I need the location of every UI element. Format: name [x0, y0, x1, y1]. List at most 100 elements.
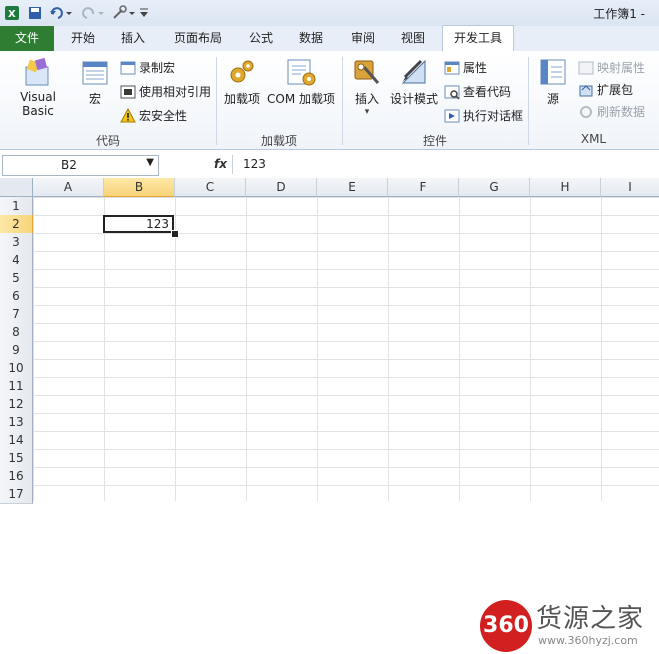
view-code-label: 查看代码: [463, 85, 512, 99]
column-header-c[interactable]: C: [175, 178, 246, 197]
expansion-packs-icon: [578, 82, 594, 98]
row-header-4[interactable]: 4: [0, 251, 33, 270]
warning-icon: [120, 107, 136, 124]
svg-text:X: X: [8, 9, 16, 20]
column-header-e[interactable]: E: [317, 178, 388, 197]
worksheet-grid[interactable]: ABCDEFGHI 1 2 3 4 5 6 7 8 9 10 11 12 13 14 15 16 17 123 …: [0, 178, 659, 652]
row-header-1[interactable]: 1: [0, 197, 33, 216]
design-mode-button[interactable]: 设计模式: [388, 57, 440, 107]
tab-data[interactable]: 数据: [288, 26, 334, 51]
row-header-6[interactable]: 6: [0, 287, 33, 306]
com-addins-button[interactable]: COM 加载项: [264, 57, 338, 107]
relative-reference-icon: [120, 84, 136, 100]
run-dialog-icon: [444, 108, 460, 124]
active-cell-b2[interactable]: 123: [103, 215, 174, 233]
row-header-2[interactable]: 2: [0, 215, 34, 234]
refresh-data-button[interactable]: 刷新数据: [578, 103, 645, 120]
tab-home[interactable]: 开始: [60, 26, 106, 51]
insert-control-icon: [348, 57, 386, 90]
group-label-addins: 加载项: [260, 134, 297, 148]
addins-gear-icon: [222, 57, 262, 90]
xml-source-icon: [534, 57, 572, 90]
redo-icon[interactable]: [80, 4, 106, 22]
macros-label: 宏: [88, 92, 101, 106]
formula-input[interactable]: 123: [232, 155, 658, 174]
com-addins-label: COM 加载项: [267, 92, 335, 106]
properties-button[interactable]: 属性: [444, 59, 487, 76]
column-header-b[interactable]: B: [104, 178, 175, 198]
column-header-a[interactable]: A: [33, 178, 104, 197]
insert-function-icon[interactable]: fx: [214, 157, 227, 171]
row-header-11[interactable]: 11: [0, 377, 33, 396]
record-macro-icon: [120, 60, 136, 76]
row-header-10[interactable]: 10: [0, 359, 33, 378]
design-mode-icon: [388, 57, 440, 90]
tab-view[interactable]: 视图: [390, 26, 436, 51]
fill-handle[interactable]: [171, 230, 179, 238]
map-properties-icon: [578, 60, 594, 76]
row-header-13[interactable]: 13: [0, 413, 33, 432]
tab-developer[interactable]: 开发工具: [442, 25, 514, 52]
undo-icon[interactable]: [48, 4, 74, 22]
view-code-icon: [444, 84, 460, 100]
row-header-7[interactable]: 7: [0, 305, 33, 324]
tools-icon[interactable]: [110, 4, 136, 22]
save-icon[interactable]: [26, 4, 44, 22]
addins-button[interactable]: 加载项: [222, 57, 262, 107]
chevron-down-icon[interactable]: ▼: [146, 157, 154, 168]
map-properties-button[interactable]: 映射属性: [578, 59, 645, 76]
visual-basic-button[interactable]: Visual Basic: [4, 57, 72, 118]
column-header-f[interactable]: F: [388, 178, 459, 197]
expansion-packs-button[interactable]: 扩展包: [578, 81, 633, 98]
name-box[interactable]: B2 ▼: [2, 155, 159, 176]
row-header-8[interactable]: 8: [0, 323, 33, 342]
group-label-xml: XML: [580, 132, 607, 146]
name-box-value: B2: [61, 158, 77, 172]
tab-review[interactable]: 审阅: [340, 26, 386, 51]
tab-file[interactable]: 文件: [0, 26, 54, 51]
run-dialog-button[interactable]: 执行对话框: [444, 107, 523, 124]
xml-source-label: 源: [546, 92, 559, 106]
addins-label: 加载项: [223, 92, 260, 106]
row-header-16[interactable]: 16: [0, 467, 33, 486]
watermark-name: 货源之家: [536, 604, 645, 634]
macro-security-button[interactable]: 宏安全性: [120, 107, 187, 124]
view-code-button[interactable]: 查看代码: [444, 83, 511, 100]
macros-button[interactable]: 宏: [78, 57, 112, 107]
column-header-h[interactable]: H: [530, 178, 601, 197]
com-addins-icon: [264, 57, 338, 90]
record-macro-button[interactable]: 录制宏: [120, 59, 175, 76]
xml-source-button[interactable]: 源: [534, 57, 572, 107]
row-header-5[interactable]: 5: [0, 269, 33, 288]
insert-control-button[interactable]: 插入 ▾: [348, 57, 386, 117]
row-header-12[interactable]: 12: [0, 395, 33, 414]
row-header-15[interactable]: 15: [0, 449, 33, 468]
tab-page-layout[interactable]: 页面布局: [162, 26, 234, 51]
excel-app-icon[interactable]: X: [3, 4, 21, 22]
tab-insert[interactable]: 插入: [110, 26, 156, 51]
design-mode-label: 设计模式: [389, 92, 438, 106]
select-all-corner[interactable]: [0, 178, 33, 197]
map-properties-label: 映射属性: [597, 61, 646, 75]
macro-security-label: 宏安全性: [139, 109, 188, 123]
customize-toolbar-icon[interactable]: [138, 4, 150, 22]
watermark: 360 货源之家 www.360hyzj.com: [470, 594, 659, 654]
row-header-3[interactable]: 3: [0, 233, 33, 252]
row-header-9[interactable]: 9: [0, 341, 33, 360]
refresh-data-label: 刷新数据: [597, 105, 646, 119]
window-title: 工作簿1 -: [593, 7, 645, 21]
column-header-g[interactable]: G: [459, 178, 530, 197]
column-header-i[interactable]: I: [601, 178, 659, 197]
expansion-packs-label: 扩展包: [597, 83, 634, 97]
visual-basic-icon: [4, 57, 72, 90]
cell-grid[interactable]: [33, 197, 659, 501]
relative-reference-label: 使用相对引用: [139, 85, 212, 99]
tab-formulas[interactable]: 公式: [238, 26, 284, 51]
record-macro-label: 录制宏: [139, 61, 176, 75]
formula-value: 123: [243, 157, 266, 171]
row-header-17[interactable]: 17: [0, 485, 33, 504]
column-header-d[interactable]: D: [246, 178, 317, 197]
relative-reference-button[interactable]: 使用相对引用: [120, 83, 211, 100]
insert-control-label: 插入: [354, 92, 379, 106]
row-header-14[interactable]: 14: [0, 431, 33, 450]
